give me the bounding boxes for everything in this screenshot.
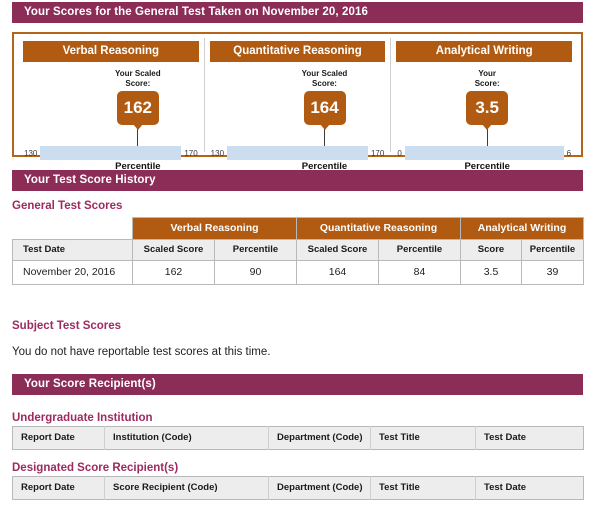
designated-score-recipients-table: Report Date Score Recipient (Code) Depar… — [12, 476, 584, 500]
column-header-aw-score: Score — [460, 239, 522, 261]
score-caption: Your Scaled Score: — [301, 69, 348, 88]
score-gauge: 130 170 — [24, 146, 198, 160]
score-card-quantitative-reasoning: Quantitative Reasoning Your Scaled Score… — [203, 38, 391, 172]
score-value-box: 162 — [116, 91, 159, 125]
score-card-body: Your Scaled Score: 162 90th Percentile 1… — [22, 62, 200, 172]
column-header-quant-percentile: Percentile — [378, 239, 461, 261]
column-header-test-date: Test Date — [475, 426, 584, 450]
cell-verbal-scaled-score: 162 — [132, 260, 215, 285]
column-header-test-title: Test Title — [370, 426, 476, 450]
subject-test-scores-heading: Subject Test Scores — [12, 320, 122, 332]
score-card-body: Your Scaled Score: 164 84th Percentile 1… — [209, 62, 387, 172]
cell-aw-percentile: 39 — [521, 260, 584, 285]
undergraduate-institution-heading: Undergraduate Institution — [12, 412, 153, 424]
cell-quant-scaled-score: 164 — [296, 260, 379, 285]
column-header-verbal-scaled-score: Scaled Score — [132, 239, 215, 261]
table-column-header-row: Test Date Scaled Score Percentile Scaled… — [12, 239, 584, 261]
score-card-body: Your Score: 3.5 39th Percentile 0 6 — [395, 62, 573, 172]
designated-score-recipients-heading: Designated Score Recipient(s) — [12, 462, 179, 474]
column-header-report-date: Report Date — [12, 476, 105, 500]
table-header-row: Report Date Institution (Code) Departmen… — [12, 426, 584, 450]
column-header-test-title: Test Title — [370, 476, 476, 500]
empty-corner-cell — [12, 217, 133, 240]
column-header-department-code: Department (Code) — [268, 426, 371, 450]
history-banner: Your Test Score History — [12, 170, 583, 191]
main-banner-title: Your Scores for the General Test Taken o… — [24, 6, 368, 18]
column-header-test-date: Test Date — [475, 476, 584, 500]
gauge-max-label: 170 — [184, 148, 198, 158]
column-header-report-date: Report Date — [12, 426, 105, 450]
column-header-institution-code: Institution (Code) — [104, 426, 269, 450]
score-caption: Your Score: — [474, 69, 500, 88]
recipients-banner-title: Your Score Recipient(s) — [24, 378, 156, 390]
column-header-test-date: Test Date — [12, 239, 133, 261]
score-cards-container: Verbal Reasoning Your Scaled Score: 162 … — [12, 32, 583, 172]
score-gauge: 130 170 — [210, 146, 385, 160]
group-header-verbal: Verbal Reasoning — [132, 217, 297, 240]
score-card-verbal-reasoning: Verbal Reasoning Your Scaled Score: 162 … — [18, 38, 204, 172]
table-row: November 20, 2016 162 90 164 84 3.5 39 — [12, 260, 584, 285]
cell-aw-score: 3.5 — [460, 260, 522, 285]
column-header-department-code: Department (Code) — [268, 476, 371, 500]
table-header-row: Report Date Score Recipient (Code) Depar… — [12, 476, 584, 500]
gauge-bar — [227, 146, 368, 160]
general-test-scores-heading: General Test Scores — [12, 200, 123, 212]
cell-test-date: November 20, 2016 — [12, 260, 133, 285]
score-card-title: Analytical Writing — [396, 41, 573, 62]
column-header-verbal-percentile: Percentile — [214, 239, 297, 261]
score-value-box: 164 — [303, 91, 346, 125]
score-gauge: 0 6 — [397, 146, 571, 160]
subject-test-scores-empty-message: You do not have reportable test scores a… — [12, 346, 271, 358]
group-header-analytical: Analytical Writing — [460, 217, 584, 240]
undergraduate-institution-table: Report Date Institution (Code) Departmen… — [12, 426, 584, 450]
column-header-quant-scaled-score: Scaled Score — [296, 239, 379, 261]
history-banner-title: Your Test Score History — [24, 174, 156, 186]
score-card-analytical-writing: Analytical Writing Your Score: 3.5 39th … — [390, 38, 577, 172]
score-report-page: Your Scores for the General Test Taken o… — [0, 2, 595, 506]
score-caption: Your Scaled Score: — [115, 69, 161, 88]
cell-verbal-percentile: 90 — [214, 260, 297, 285]
score-card-title: Verbal Reasoning — [23, 41, 199, 62]
gauge-min-label: 130 — [210, 148, 225, 158]
gauge-max-label: 6 — [566, 148, 572, 158]
column-header-aw-percentile: Percentile — [521, 239, 584, 261]
gauge-bar — [40, 146, 182, 160]
main-banner: Your Scores for the General Test Taken o… — [12, 2, 583, 23]
gauge-min-label: 130 — [24, 148, 38, 158]
gauge-max-label: 170 — [370, 148, 385, 158]
recipients-banner: Your Score Recipient(s) — [12, 374, 583, 395]
cell-quant-percentile: 84 — [378, 260, 461, 285]
gauge-bar — [404, 146, 564, 160]
score-card-title: Quantitative Reasoning — [209, 41, 386, 62]
general-test-scores-table: Verbal Reasoning Quantitative Reasoning … — [12, 217, 584, 285]
score-value-box: 3.5 — [466, 91, 509, 125]
column-header-score-recipient-code: Score Recipient (Code) — [104, 476, 269, 500]
group-header-quantitative: Quantitative Reasoning — [296, 217, 461, 240]
gauge-min-label: 0 — [397, 148, 402, 158]
table-group-header-row: Verbal Reasoning Quantitative Reasoning … — [12, 217, 584, 240]
